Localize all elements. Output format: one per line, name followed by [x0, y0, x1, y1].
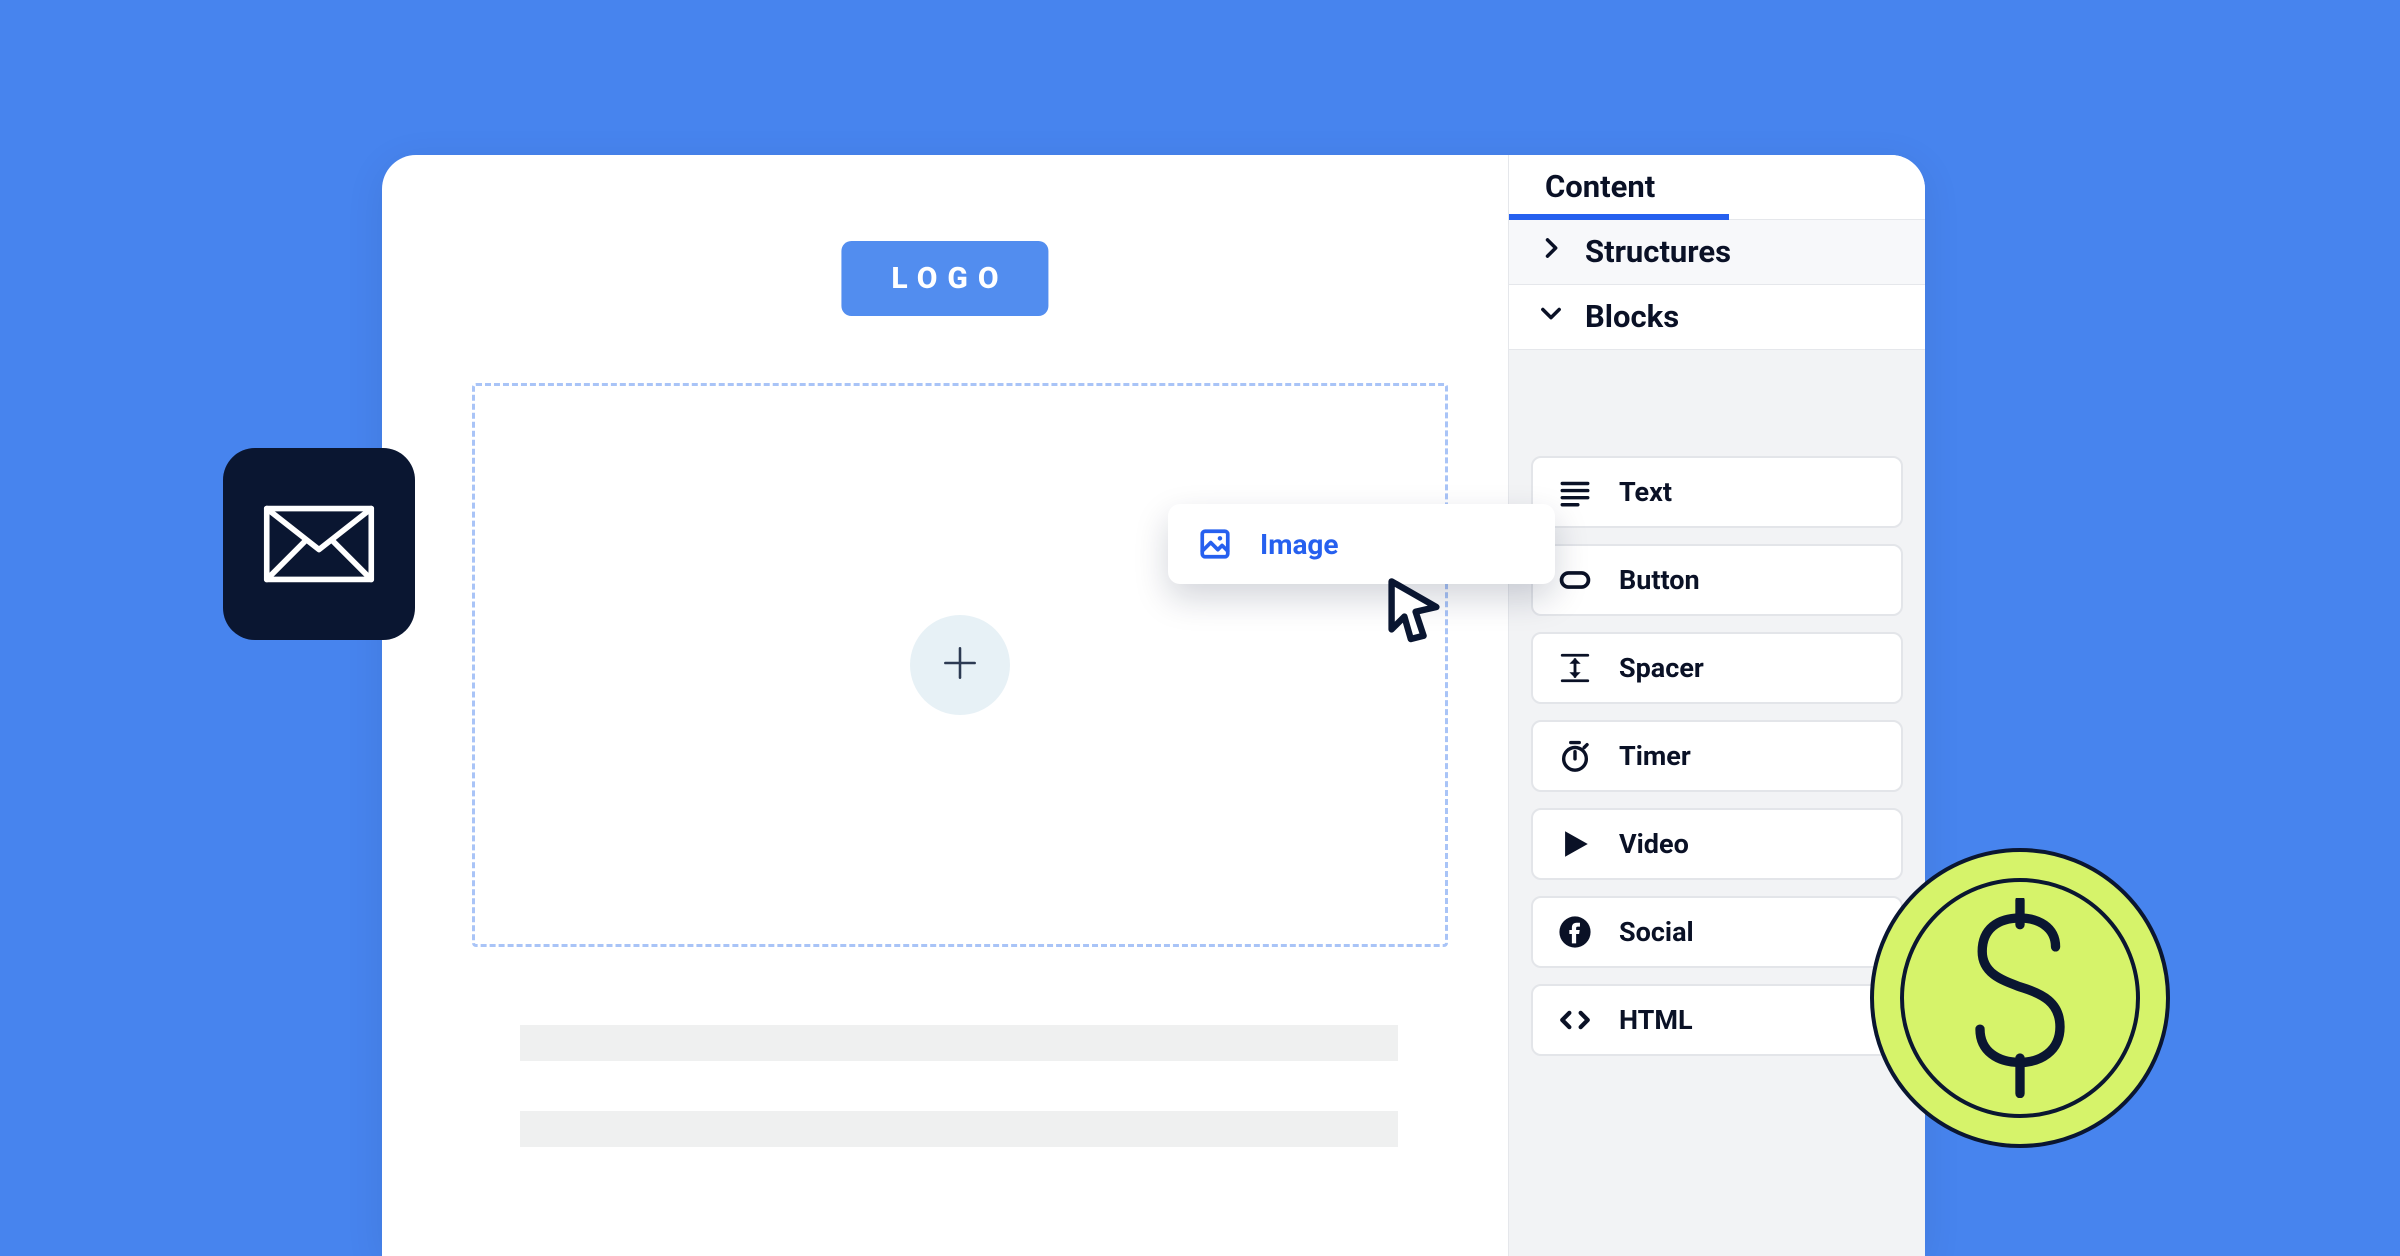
dollar-coin-icon: [1870, 848, 2170, 1148]
button-icon: [1557, 562, 1593, 598]
section-structures[interactable]: Structures: [1509, 220, 1925, 285]
spacer-icon: [1557, 650, 1593, 686]
section-blocks[interactable]: Blocks: [1509, 285, 1925, 350]
block-label: Social: [1619, 916, 1694, 948]
facebook-icon: [1557, 914, 1593, 950]
block-video[interactable]: Video: [1531, 808, 1903, 880]
add-block-button[interactable]: [910, 615, 1010, 715]
email-icon: [223, 448, 415, 640]
canvas-area[interactable]: LOGO: [382, 155, 1508, 1256]
block-label: Timer: [1619, 740, 1691, 772]
block-timer[interactable]: Timer: [1531, 720, 1903, 792]
block-text[interactable]: Text: [1531, 456, 1903, 528]
plus-icon: [938, 641, 982, 689]
blocks-panel: Text Button: [1509, 350, 1925, 1256]
chevron-right-icon: [1537, 233, 1565, 270]
timer-icon: [1557, 738, 1593, 774]
block-slot-dragging: [1531, 368, 1903, 440]
sidebar-tabs: Content: [1509, 155, 1925, 220]
section-label: Structures: [1585, 233, 1731, 270]
drop-zone[interactable]: [472, 383, 1448, 947]
logo-placeholder[interactable]: LOGO: [841, 241, 1048, 316]
text-placeholder: [520, 1025, 1398, 1061]
block-label: HTML: [1619, 1004, 1693, 1036]
block-social[interactable]: Social: [1531, 896, 1903, 968]
block-label: Video: [1619, 828, 1689, 860]
chevron-down-icon: [1537, 298, 1565, 335]
play-icon: [1557, 826, 1593, 862]
cursor-icon: [1382, 575, 1446, 643]
block-html[interactable]: HTML: [1531, 984, 1903, 1056]
dragging-block-image[interactable]: Image: [1168, 504, 1555, 584]
block-label: Button: [1619, 564, 1700, 596]
block-spacer[interactable]: Spacer: [1531, 632, 1903, 704]
code-icon: [1557, 1002, 1593, 1038]
sidebar: Content Structures Blocks: [1508, 155, 1925, 1256]
block-button[interactable]: Button: [1531, 544, 1903, 616]
section-label: Blocks: [1585, 298, 1679, 335]
text-icon: [1557, 474, 1593, 510]
editor-window: LOGO Content Structures: [382, 155, 1925, 1256]
image-icon: [1198, 527, 1232, 561]
tab-content[interactable]: Content: [1509, 155, 1691, 219]
block-label: Text: [1619, 476, 1672, 508]
tab-underline: [1509, 214, 1729, 220]
dragging-block-label: Image: [1260, 528, 1339, 561]
block-label: Spacer: [1619, 652, 1704, 684]
text-placeholder: [520, 1111, 1398, 1147]
